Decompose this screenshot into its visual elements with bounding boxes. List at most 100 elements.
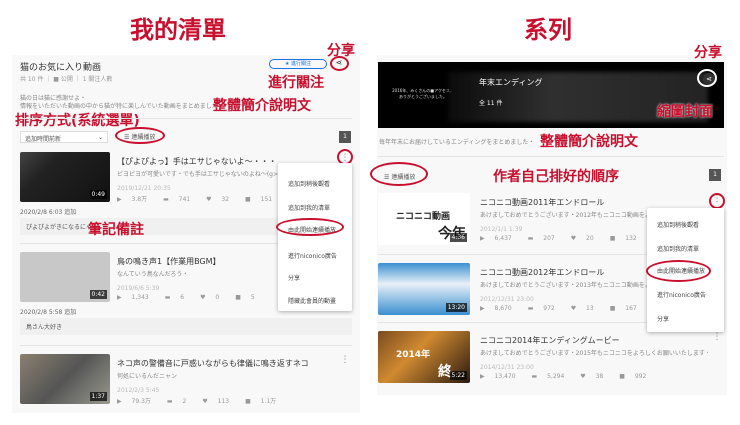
more-options-icon[interactable]: ⋮ [340,355,350,365]
video-thumbnail[interactable]: 2014年終 5:22 [378,331,470,383]
comments-stat: ▬ 5,294 [532,373,573,380]
video-title[interactable]: ニコニコ動画2011年エンドロール [480,197,604,208]
upload-date: 2019/6/6 5:39 [117,285,160,292]
annotation-sort: 排序方式(系統選單) [15,113,140,129]
memo-note: 鳥さん大好き [20,318,352,335]
duration-badge: 1:37 [89,392,107,401]
video-description: あけましておめでとうございます・2012年もニコニコ動画をよろ [480,212,657,219]
comments-count: 5,294 [547,373,565,380]
comment-icon: ▬ [164,294,173,301]
menu-item[interactable]: 追加到稍後觀看 [288,179,330,188]
menu-item[interactable]: 隱藏此會員的動畫 [288,296,336,305]
comment-icon: ▬ [527,235,536,242]
video-title[interactable]: 【ぴよぴよっ】手はエサじゃないよ～・・・ [117,156,277,167]
series-count: 全 11 件 [479,100,503,107]
mylists-count: 1.1万 [260,398,277,405]
video-title[interactable]: ネコ声の警備音に戸惑いながらも律儀に鳴き返すネコ [117,358,309,369]
menu-item[interactable]: 進行niconico廣告 [657,290,706,299]
video-thumbnail[interactable]: 0:49 [20,152,110,202]
follow-label: 進行關注 [291,61,312,67]
views-count: 8,670 [494,305,512,312]
video-thumbnail[interactable]: 0:42 [20,252,110,302]
divider [20,345,352,346]
added-date: 2020/2/8 6:03 追加 [20,209,77,216]
mylists-stat: ■ 132 [610,235,645,242]
menu-item[interactable]: 追加到我的清單 [288,203,330,212]
comments-count: 207 [543,235,555,242]
comment-icon: ▬ [166,398,175,405]
annotation-follow: 進行關注 [268,75,324,91]
sort-select[interactable]: 追加時間前新 ⌄ [20,131,108,143]
duration-badge: 0:42 [89,290,107,299]
added-date: 2020/2/8 5:58 追加 [20,309,77,316]
menu-item[interactable]: 追加到稍後觀看 [657,220,699,229]
video-stats: ▶ 1,343 ▬ 6 ♥ 0 ■ 5 [117,294,271,301]
likes-count: 38 [595,373,604,380]
page-number[interactable]: 1 [339,131,351,143]
play-icon: ▶ [117,294,124,301]
upload-date: 2019/12/21 20:35 [117,185,171,192]
views-stat: ▶ 8,670 [480,305,520,312]
video-thumbnail[interactable]: ニコニコ動画今年も宜しくお願いします4:36 [378,193,470,245]
thumbnail-text: 2014年 [396,350,431,360]
heart-icon: ♥ [570,235,579,242]
comments-count: 6 [180,294,185,301]
more-options-icon[interactable]: ⋮ [712,332,722,342]
video-stats: ▶ 3.8万 ▬ 741 ♥ 32 ■ 151 [117,194,288,203]
comments-count: 972 [543,305,555,312]
views-count: 13,470 [494,373,516,380]
video-stats: ▶ 13,470 ▬ 5,294 ♥ 38 ■ 992 [480,373,662,380]
video-description: なんていう鳥なんだろう・ [117,271,189,278]
mylists-stat: ■ 5 [235,294,262,301]
folder-icon: ■ [245,398,253,405]
video-thumbnail[interactable]: 1:37 [20,354,110,404]
comments-stat: ▬ 972 [528,305,563,312]
video-thumbnail[interactable]: 13:20 [378,263,470,315]
thumbnail-text: ニコニコ動画 [396,212,451,222]
folder-icon: ■ [235,294,243,301]
mylist-description-2: 情報をいただいた動画の中から猫が特に楽しんでいた動画をまとめました・ [20,103,224,110]
mylists-count: 167 [625,305,637,312]
folder-icon: ■ [609,305,618,312]
mylists-stat: ■ 992 [619,373,654,380]
follower-count: 1 關注人數 [82,76,113,83]
follow-button[interactable]: ★ 進行關注 [269,59,327,69]
mylist-heading: 我的清單 [130,16,226,44]
upload-date: 2012/2/3 5:45 [117,387,160,394]
mylists-count: 132 [625,235,637,242]
views-stat: ▶ 13,470 [480,373,524,380]
menu-item[interactable]: 分享 [657,314,669,323]
item-count: 共 10 件 [20,76,44,83]
views-count: 3.8万 [131,196,148,203]
video-title[interactable]: ニコニコ動画2012年エンドロール [480,267,604,278]
upload-date: 2014/12/31 23:00 [480,364,534,371]
context-menu: 追加到稍後觀看 追加到我的清單 由此開始連續播放 進行niconico廣告 分享 隱藏此會… [278,163,352,311]
series-page-number[interactable]: 1 [709,169,721,181]
folder-icon: ■ [619,373,627,380]
heart-icon: ♥ [202,398,210,405]
video-stats: ▶ 79.3万 ▬ 2 ♥ 113 ■ 1.1万 [117,396,292,405]
menu-item[interactable]: 進行niconico廣告 [288,251,337,260]
menu-item[interactable]: 追加到我的清單 [657,244,699,253]
likes-stat: ♥ 20 [571,235,602,242]
likes-stat: ♥ 0 [200,294,227,301]
duration-badge: 13:20 [445,303,467,312]
video-description: ピヨピヨが可愛いです・でも手はエサじゃないのよね～(g>g)〇新 [117,171,297,178]
annotation-share: 分享 [327,43,355,59]
likes-stat: ♥ 113 [202,398,237,405]
menu-item[interactable]: 分享 [288,273,300,282]
video-title[interactable]: 鳥の鳴き声1【作業用BGM】 [117,256,221,267]
sort-select-value: 追加時間前新 [25,136,62,143]
mylist-meta: 共 10 件 ｜ ■ 公開 ｜ 1 關注人數 [20,76,113,83]
comments-stat: ▬ 6 [165,294,192,301]
likes-count: 0 [215,294,220,301]
annotation-description-series: 整體簡介說明文 [540,134,638,150]
video-title[interactable]: ニコニコ2014年エンディングムービー [480,335,620,346]
video-stats: ▶ 6,437 ▬ 207 ♥ 20 ■ 132 [480,235,653,242]
annotation-memo: 筆記備註 [88,222,144,238]
likes-stat: ♥ 38 [580,373,611,380]
play-icon: ▶ [480,373,487,380]
heart-icon: ♥ [206,196,214,203]
comment-icon: ▬ [531,373,540,380]
likes-count: 13 [586,305,594,312]
